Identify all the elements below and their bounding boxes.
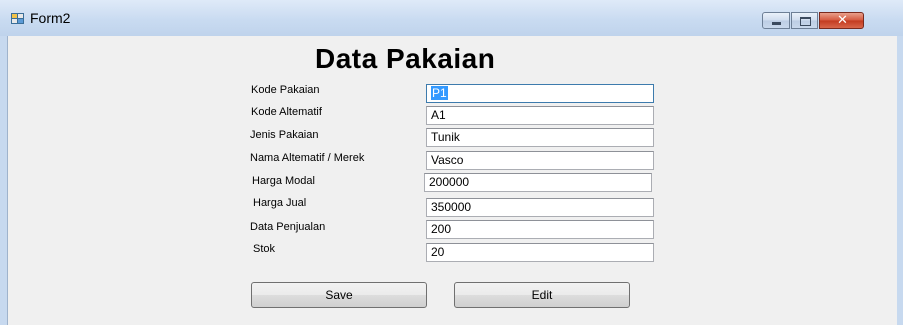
window-right-border bbox=[897, 36, 903, 325]
jenis-pakaian-field[interactable]: Tunik bbox=[426, 128, 654, 147]
minimize-icon bbox=[772, 22, 781, 25]
edit-button[interactable]: Edit bbox=[454, 282, 630, 308]
minimize-button[interactable] bbox=[762, 12, 790, 29]
close-button[interactable]: ✕ bbox=[819, 12, 864, 29]
window-controls: ✕ bbox=[762, 12, 865, 30]
form-window-icon bbox=[11, 13, 24, 24]
kode-pakaian-field[interactable]: P1 bbox=[426, 84, 654, 103]
label-data-penjualan: Data Penjualan bbox=[250, 221, 326, 233]
save-button[interactable]: Save bbox=[251, 282, 427, 308]
maximize-button[interactable] bbox=[791, 12, 818, 29]
kode-pakaian-selected-text: P1 bbox=[431, 86, 448, 100]
data-penjualan-field[interactable]: 200 bbox=[426, 220, 654, 239]
close-icon: ✕ bbox=[837, 13, 848, 28]
window-left-border bbox=[0, 36, 8, 325]
stok-field[interactable]: 20 bbox=[426, 243, 654, 262]
maximize-icon bbox=[800, 17, 811, 26]
harga-jual-field[interactable]: 350000 bbox=[426, 198, 654, 217]
label-kode-pakaian: Kode Pakaian bbox=[251, 84, 320, 96]
form-heading: Data Pakaian bbox=[315, 43, 496, 74]
kode-alternatif-field[interactable]: A1 bbox=[426, 106, 654, 125]
label-nama-alternatif-merek: Nama Altematif / Merek bbox=[250, 152, 365, 164]
label-harga-jual: Harga Jual bbox=[253, 197, 307, 209]
window-title: Form2 bbox=[30, 10, 71, 26]
label-stok: Stok bbox=[253, 243, 276, 255]
nama-alternatif-merek-field[interactable]: Vasco bbox=[426, 151, 654, 170]
form-client-area: Data Pakaian Kode Pakaian P1 Kode Altema… bbox=[8, 36, 897, 325]
label-harga-modal: Harga Modal bbox=[252, 175, 315, 187]
label-jenis-pakaian: Jenis Pakaian bbox=[250, 129, 319, 141]
title-bar[interactable]: Form2 ✕ bbox=[0, 0, 903, 36]
harga-modal-field[interactable]: 200000 bbox=[424, 173, 652, 192]
label-kode-alternatif: Kode Altematif bbox=[251, 106, 322, 118]
